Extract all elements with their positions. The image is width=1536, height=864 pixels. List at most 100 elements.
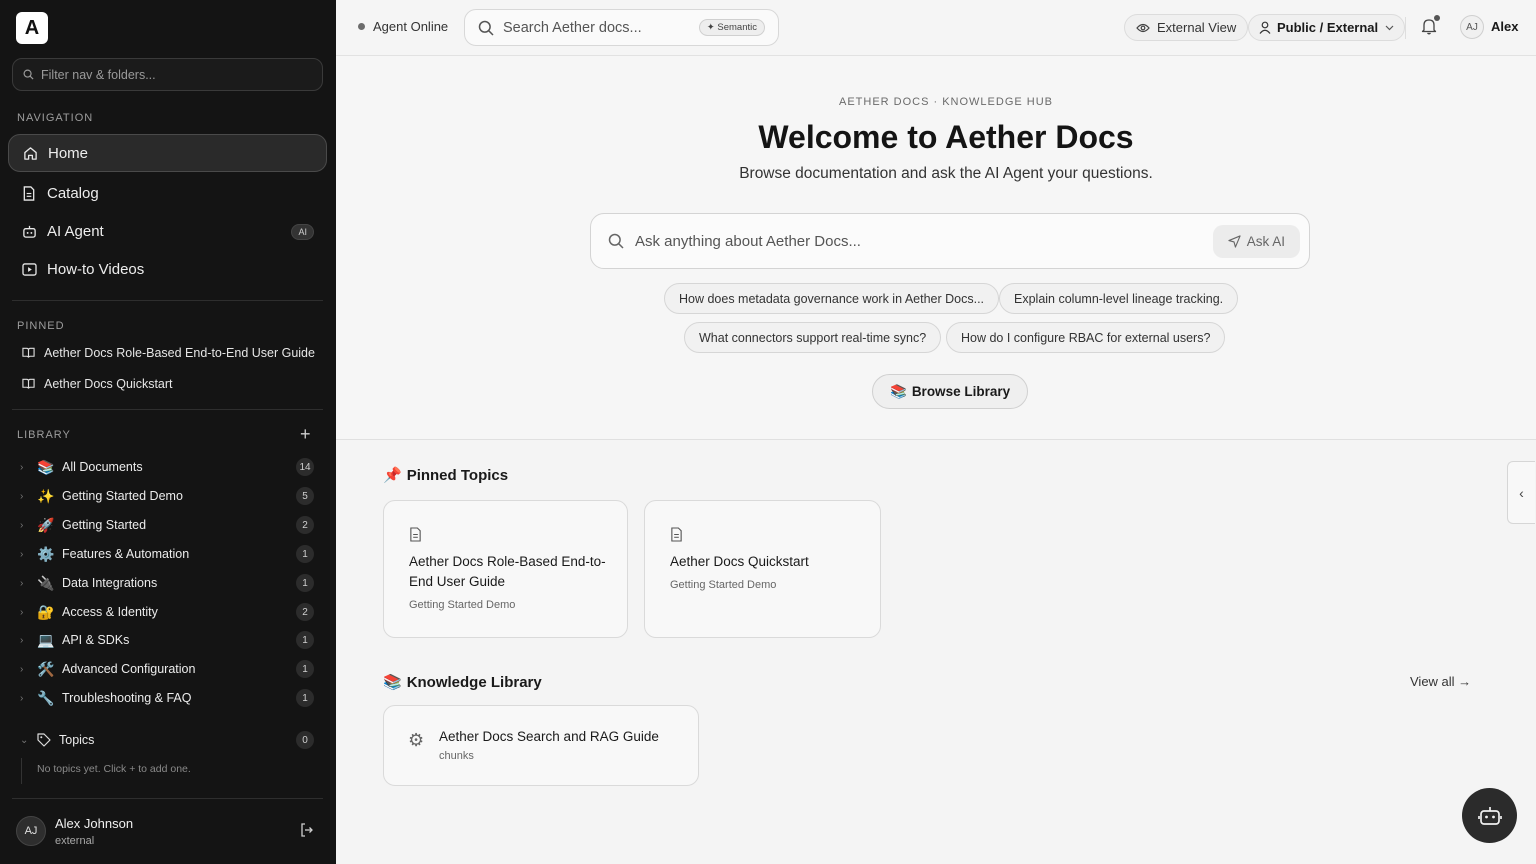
document-icon bbox=[21, 185, 37, 201]
visibility-dropdown[interactable]: Public / External bbox=[1248, 14, 1406, 41]
library-item-count: 1 bbox=[296, 574, 314, 592]
pinned-item-label: Aether Docs Quickstart bbox=[44, 377, 173, 391]
chevron-right-icon[interactable]: › bbox=[20, 462, 30, 473]
library-item-data-integrations[interactable]: › 🔌 Data Integrations 1 bbox=[20, 571, 316, 595]
nav-catalog[interactable]: Catalog bbox=[8, 174, 327, 212]
nav-home[interactable]: Home bbox=[8, 134, 327, 172]
chevron-right-icon[interactable]: › bbox=[20, 520, 30, 531]
pinned-topic-card[interactable]: Aether Docs Quickstart Getting Started D… bbox=[644, 500, 881, 638]
collapse-panel-button[interactable]: ‹ bbox=[1507, 461, 1535, 524]
library-item-troubleshooting-faq[interactable]: › 🔧 Troubleshooting & FAQ 1 bbox=[20, 686, 316, 710]
chevron-right-icon[interactable]: › bbox=[20, 635, 30, 646]
logout-icon[interactable] bbox=[300, 823, 314, 842]
rocket-icon: 🚀 bbox=[37, 516, 55, 533]
user-role: external bbox=[55, 835, 95, 847]
ask-ai-button[interactable]: Ask AI bbox=[1212, 225, 1300, 258]
chevron-down-icon[interactable]: ⌄ bbox=[20, 735, 30, 746]
ai-badge: AI bbox=[291, 224, 314, 240]
sparkles-icon: ✨ bbox=[37, 487, 55, 504]
library-item-count: 14 bbox=[296, 458, 314, 476]
chevron-right-icon[interactable]: › bbox=[20, 607, 30, 618]
library-item-count: 5 bbox=[296, 487, 314, 505]
knowledge-library-title: Knowledge Library bbox=[406, 673, 542, 691]
gear-icon: ⚙️ bbox=[37, 545, 55, 562]
ask-ai-input[interactable]: Ask anything about Aether Docs... Ask AI bbox=[590, 213, 1310, 269]
nav-ai-agent-label: AI Agent bbox=[47, 222, 104, 240]
library-item-getting-started[interactable]: › 🚀 Getting Started 2 bbox=[20, 513, 316, 537]
send-icon bbox=[1228, 235, 1241, 248]
sidebar: A Filter nav & folders... NAVIGATION Hom… bbox=[0, 0, 336, 864]
nav-how-to-videos-label: How-to Videos bbox=[47, 260, 145, 278]
page-title: Welcome to Aether Docs bbox=[758, 119, 1134, 155]
library-item-label: Getting Started bbox=[62, 518, 147, 532]
library-item-features-automation[interactable]: › ⚙️ Features & Automation 1 bbox=[20, 542, 316, 566]
chat-bot-button[interactable] bbox=[1462, 788, 1517, 843]
knowledge-library-heading: 📚 Knowledge Library bbox=[383, 673, 542, 692]
sidebar-divider bbox=[12, 798, 323, 799]
chevron-down-icon bbox=[1385, 25, 1394, 30]
user-profile[interactable]: AJ Alex Johnson external bbox=[16, 814, 320, 850]
semantic-toggle[interactable]: ✦ Semantic bbox=[698, 19, 765, 36]
main-content: 📌 Pinned Topics Aether Docs Role-Based E… bbox=[336, 440, 1536, 864]
app-logo[interactable]: A bbox=[16, 12, 48, 44]
nav-catalog-label: Catalog bbox=[47, 184, 99, 202]
browse-library-label: Browse Library bbox=[911, 384, 1011, 399]
library-item-getting-started-demo[interactable]: › ✨ Getting Started Demo 5 bbox=[20, 484, 316, 508]
video-icon bbox=[21, 261, 37, 277]
nav-how-to-videos[interactable]: How-to Videos bbox=[8, 250, 327, 288]
nav-ai-agent[interactable]: AI Agent AI bbox=[8, 212, 327, 250]
pinned-item-user-guide[interactable]: Aether Docs Role-Based End-to-End User G… bbox=[22, 346, 315, 360]
suggestion-chip[interactable]: How do I configure RBAC for external use… bbox=[946, 322, 1226, 353]
global-search-placeholder: Search Aether docs... bbox=[503, 19, 642, 36]
external-view-button[interactable]: External View bbox=[1124, 14, 1249, 41]
page-subtitle: Browse documentation and ask the AI Agen… bbox=[739, 165, 1153, 182]
library-item-label: API & SDKs bbox=[62, 633, 130, 647]
wrench-icon: 🔧 bbox=[37, 689, 55, 706]
header-user-name[interactable]: Alex bbox=[1491, 19, 1518, 34]
chevron-right-icon[interactable]: › bbox=[20, 693, 30, 704]
search-icon bbox=[23, 69, 34, 80]
book-icon bbox=[22, 347, 35, 358]
library-item-label: Features & Automation bbox=[62, 547, 190, 561]
ask-ai-placeholder: Ask anything about Aether Docs... bbox=[635, 232, 861, 250]
library-item-all-documents[interactable]: › 📚 All Documents 14 bbox=[20, 455, 316, 479]
chevron-right-icon[interactable]: › bbox=[20, 549, 30, 560]
library-label: LIBRARY bbox=[17, 429, 71, 441]
chevron-right-icon[interactable]: › bbox=[20, 578, 30, 589]
pinned-label: PINNED bbox=[17, 320, 65, 332]
books-icon: 📚 bbox=[383, 674, 402, 691]
library-card[interactable]: ⚙ Aether Docs Search and RAG Guide chunk… bbox=[383, 705, 699, 786]
library-item-count: 2 bbox=[296, 603, 314, 621]
library-item-advanced-configuration[interactable]: › 🛠️ Advanced Configuration 1 bbox=[20, 657, 316, 681]
library-item-count: 1 bbox=[296, 689, 314, 707]
suggestion-chip[interactable]: How does metadata governance work in Aet… bbox=[664, 283, 1000, 314]
card-subtitle: Getting Started Demo bbox=[670, 579, 777, 591]
chevron-right-icon[interactable]: › bbox=[20, 664, 30, 675]
add-library-button[interactable]: + bbox=[300, 425, 311, 443]
card-subtitle: Getting Started Demo bbox=[409, 599, 516, 611]
suggestion-chip[interactable]: Explain column-level lineage tracking. bbox=[999, 283, 1239, 314]
visibility-label: Public / External bbox=[1277, 20, 1379, 35]
library-item-label: Getting Started Demo bbox=[62, 489, 183, 503]
browse-library-button[interactable]: 📚 Browse Library bbox=[872, 374, 1029, 409]
pinned-topic-card[interactable]: Aether Docs Role-Based End-to-End User G… bbox=[383, 500, 628, 638]
eye-icon bbox=[1136, 23, 1150, 32]
topics-folder[interactable]: ⌄ Topics 0 bbox=[20, 729, 316, 751]
topics-tree-line bbox=[21, 758, 22, 784]
global-search-input[interactable]: Search Aether docs... ✦ Semantic bbox=[464, 9, 779, 46]
avatar[interactable]: AJ bbox=[1460, 15, 1484, 39]
laptop-icon: 💻 bbox=[37, 631, 55, 648]
library-item-access-identity[interactable]: › 🔐 Access & Identity 2 bbox=[20, 600, 316, 624]
chevron-left-icon: ‹ bbox=[1519, 484, 1524, 501]
suggestion-chip[interactable]: What connectors support real-time sync? bbox=[684, 322, 942, 353]
nav-filter-placeholder: Filter nav & folders... bbox=[41, 67, 156, 82]
view-all-link[interactable]: View all → bbox=[1410, 674, 1471, 689]
library-item-count: 1 bbox=[296, 545, 314, 563]
chevron-right-icon[interactable]: › bbox=[20, 491, 30, 502]
pinned-item-quickstart[interactable]: Aether Docs Quickstart bbox=[22, 377, 173, 391]
library-item-label: Advanced Configuration bbox=[62, 662, 196, 676]
nav-filter-input[interactable]: Filter nav & folders... bbox=[12, 58, 323, 91]
pushpin-icon: 📌 bbox=[383, 467, 402, 484]
pinned-topics-title: Pinned Topics bbox=[406, 466, 509, 484]
library-item-api-sdks[interactable]: › 💻 API & SDKs 1 bbox=[20, 628, 316, 652]
